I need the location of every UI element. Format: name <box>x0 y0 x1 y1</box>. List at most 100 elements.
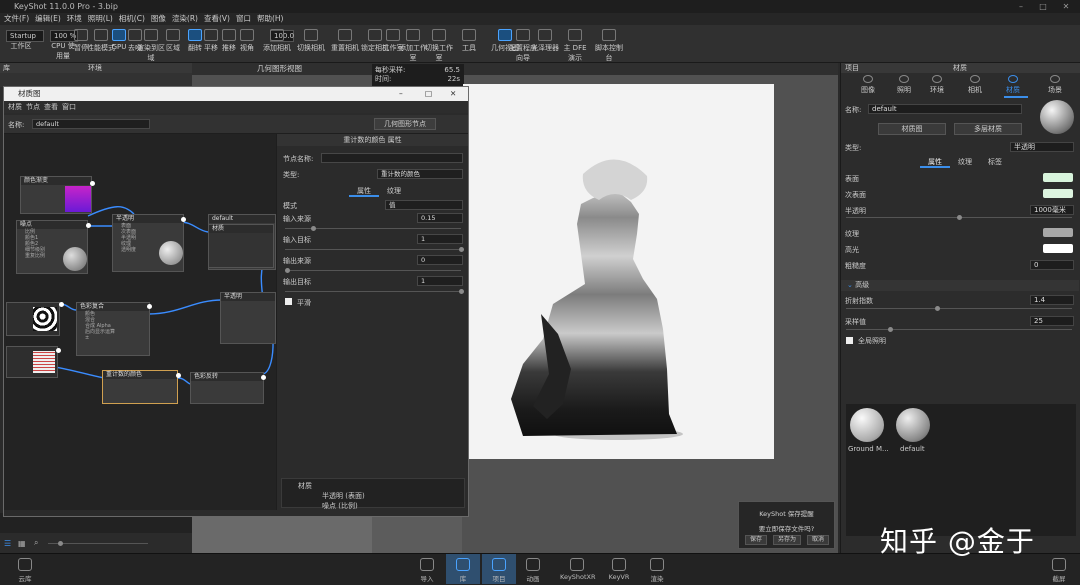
slider-knob[interactable] <box>888 327 893 332</box>
ribbon-button[interactable]: 切换相机 <box>296 25 326 63</box>
bottom-nav-button[interactable]: 项目 <box>482 554 516 584</box>
dialog-cancel-button[interactable]: 取消 <box>807 535 829 545</box>
slider-knob[interactable] <box>285 268 290 273</box>
output-port[interactable] <box>86 223 91 228</box>
rp-subtab-texture[interactable]: 纹理 <box>958 157 972 167</box>
node-translucent[interactable]: 半透明 表面 次表面 半透明 纹理 透明度 <box>112 214 184 272</box>
output-from-slider[interactable] <box>285 270 461 271</box>
bottom-nav-button[interactable]: 导入 <box>410 554 444 584</box>
slider-knob[interactable] <box>957 215 962 220</box>
cloud-library-button[interactable]: 云库 <box>8 554 42 584</box>
slider-knob[interactable] <box>935 306 940 311</box>
mw-minimize-icon[interactable]: – <box>399 87 403 101</box>
render-area[interactable] <box>463 84 774 459</box>
default-material-thumb[interactable] <box>896 408 930 442</box>
multi-material-button[interactable]: 多层材质 <box>954 123 1022 135</box>
right-tab[interactable]: 图像 <box>853 75 883 95</box>
output-port[interactable] <box>56 348 61 353</box>
mode-select[interactable]: 值 <box>385 200 463 210</box>
menu-item[interactable]: 窗口 <box>236 14 251 23</box>
ribbon-button[interactable]: 工作区 <box>6 25 36 63</box>
output-to-field[interactable]: 1 <box>417 276 463 286</box>
menu-item[interactable]: 环境 <box>67 14 82 23</box>
mw-menu-item[interactable]: 节点 <box>26 103 40 111</box>
input-to-field[interactable]: 1 <box>417 234 463 244</box>
tree-root[interactable]: 材质 <box>298 481 312 491</box>
menu-item[interactable]: 帮助(H) <box>257 14 284 23</box>
menu-item[interactable]: 文件(F) <box>4 14 29 23</box>
input-to-slider[interactable] <box>285 249 461 250</box>
samples-input[interactable]: 25 <box>1030 316 1074 326</box>
output-port[interactable] <box>176 373 181 378</box>
rp-subtab-labels[interactable]: 标签 <box>988 157 1002 167</box>
close-icon[interactable]: ✕ <box>1055 0 1077 13</box>
menu-item[interactable]: 照明(L) <box>88 14 113 23</box>
grid-view-icon[interactable]: ▦ <box>18 539 26 548</box>
mw-menu-item[interactable]: 窗口 <box>62 103 76 111</box>
translucency-input[interactable]: 1000毫米 <box>1030 205 1074 215</box>
mw-menu-item[interactable]: 材质 <box>8 103 22 111</box>
ribbon-button[interactable]: 切换工作室 <box>424 25 454 63</box>
node-texture-2[interactable] <box>6 346 58 378</box>
material-name-input[interactable]: default <box>32 119 150 129</box>
node-opacity[interactable]: 半透明 <box>220 292 276 344</box>
output-port[interactable] <box>90 181 95 186</box>
minimize-icon[interactable]: – <box>1010 0 1032 13</box>
thumbnail-size-slider[interactable] <box>48 543 148 544</box>
input-from-field[interactable]: 0.15 <box>417 213 463 223</box>
ground-material-thumb[interactable] <box>850 408 884 442</box>
subsurface-color-swatch[interactable] <box>1043 189 1073 198</box>
ribbon-button[interactable]: 光泽理器 <box>530 25 560 63</box>
right-tab[interactable]: 环境 <box>922 75 952 95</box>
maximize-icon[interactable]: □ <box>1032 0 1054 13</box>
node-noise[interactable]: 噪点 比例 颜色1 颜色2 细节级别 重复比例 <box>16 220 88 274</box>
node-name-input[interactable] <box>321 153 463 163</box>
output-port[interactable] <box>147 304 152 309</box>
slider-knob[interactable] <box>459 289 464 294</box>
dialog-save-as-button[interactable]: 另存为 <box>773 535 801 545</box>
tab-texture[interactable]: 纹理 <box>387 186 401 196</box>
bottom-nav-button[interactable]: KeyVR <box>602 554 636 584</box>
menu-item[interactable]: 图像 <box>151 14 166 23</box>
right-tab[interactable]: 相机 <box>960 75 990 95</box>
node-graph-canvas[interactable]: 颜色渐变 噪点 比例 颜色1 颜色2 细节级别 重复比例 半透明 表面 次表面 … <box>4 134 276 510</box>
node-color-adjust[interactable]: 色彩反转 <box>190 372 264 404</box>
material-graph-button[interactable]: 材质图 <box>878 123 946 135</box>
bottom-nav-button[interactable]: 库 <box>446 554 480 584</box>
list-view-icon[interactable]: ☰ <box>4 539 11 548</box>
texture-color-swatch[interactable] <box>1043 228 1073 237</box>
right-tab[interactable]: 场景 <box>1040 75 1070 95</box>
bottom-nav-button[interactable]: 动画 <box>516 554 550 584</box>
menu-item[interactable]: 渲染(R) <box>172 14 198 23</box>
ribbon-button[interactable]: 脚本控制台 <box>594 25 624 63</box>
node-material[interactable]: 材质 <box>208 224 274 268</box>
smooth-checkbox[interactable] <box>285 298 292 305</box>
roughness-input[interactable]: 0 <box>1030 260 1074 270</box>
menu-item[interactable]: 相机(C) <box>119 14 145 23</box>
node-color-gradient[interactable]: 颜色渐变 <box>20 176 92 214</box>
ribbon-button[interactable]: 重置相机 <box>330 25 360 63</box>
menu-item[interactable]: 查看(V) <box>204 14 230 23</box>
type-select[interactable]: 重计数的颜色 <box>377 169 463 179</box>
tree-sub[interactable]: 噪点 (比例) <box>322 501 358 511</box>
specular-color-swatch[interactable] <box>1043 244 1073 253</box>
screenshot-button[interactable]: 截屏 <box>1042 554 1076 584</box>
search-icon[interactable]: ⌕ <box>34 538 38 548</box>
node-texture-1[interactable] <box>6 302 60 336</box>
menu-item[interactable]: 编辑(E) <box>35 14 61 23</box>
geometry-node-button[interactable]: 几何图形节点 <box>374 118 436 130</box>
ribbon-button[interactable]: 添加相机 <box>262 25 292 63</box>
slider-knob[interactable] <box>459 247 464 252</box>
ior-input[interactable]: 1.4 <box>1030 295 1074 305</box>
right-tab[interactable]: 照明 <box>889 75 919 95</box>
ribbon-button[interactable]: 视角 <box>232 25 262 63</box>
output-from-field[interactable]: 0 <box>417 255 463 265</box>
mw-close-icon[interactable]: ✕ <box>450 87 456 101</box>
rp-name-input[interactable]: default <box>868 104 1022 114</box>
slider-knob[interactable] <box>58 541 63 546</box>
advanced-section[interactable]: ⌄ 高级 <box>841 280 1079 291</box>
right-tab[interactable]: 材质 <box>998 75 1028 95</box>
global-illumination-checkbox[interactable] <box>846 337 853 344</box>
slider-knob[interactable] <box>311 226 316 231</box>
output-port[interactable] <box>181 217 186 222</box>
